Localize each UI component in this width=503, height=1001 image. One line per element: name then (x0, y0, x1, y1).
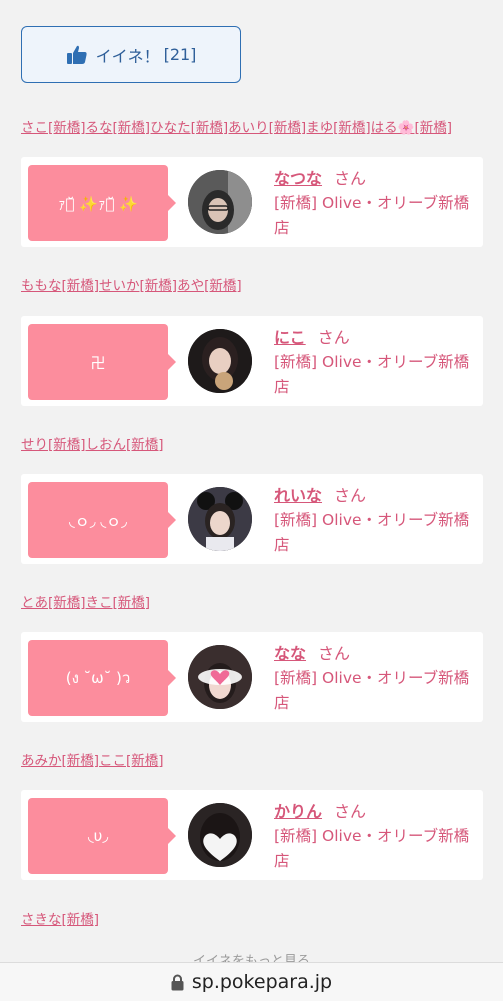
honorific: さん (334, 802, 367, 821)
avatar[interactable] (188, 803, 252, 867)
cast-name-link[interactable]: なな (274, 644, 306, 663)
honorific: さん (334, 169, 367, 188)
thumbs-up-icon (66, 45, 87, 64)
cast-name-link[interactable]: なつな (274, 169, 322, 188)
liker-names-link[interactable]: あみか[新橋]ここ[新橋] (21, 753, 164, 769)
liker-names-link[interactable]: さきな[新橋] (21, 912, 99, 928)
browser-url-bar[interactable]: sp.pokepara.jp (0, 962, 503, 1001)
url-text: sp.pokepara.jp (191, 971, 333, 993)
liker-names-line: あみか[新橋]ここ[新橋] (21, 749, 164, 769)
liker-names-link[interactable]: せり[新橋]しおん[新橋] (21, 437, 164, 453)
avatar[interactable] (188, 645, 252, 709)
shop-name: [新橋] Olive・オリーブ新橋店 (274, 669, 470, 712)
cast-card[interactable]: (ง ˘ω˘ )ว なな さん [新橋] Olive・オリーブ新橋店 (21, 632, 483, 722)
shop-name: [新橋] Olive・オリーブ新橋店 (274, 194, 470, 237)
liker-names-link[interactable]: さこ[新橋]るな[新橋]ひなた[新橋]あいり[新橋]まゆ[新橋]はる🌸[新橋] (21, 120, 452, 136)
cast-card[interactable]: ◟ｏ◞ ◟ｏ◞ れいな さん [新橋] Olive・オリーブ新橋店 (21, 474, 483, 564)
shop-name: [新橋] Olive・オリーブ新橋店 (274, 511, 470, 554)
liker-names-link[interactable]: ももな[新橋]せいか[新橋]あや[新橋] (21, 278, 242, 294)
like-count: [21] (163, 45, 197, 64)
avatar[interactable] (188, 329, 252, 393)
shop-name: [新橋] Olive・オリーブ新橋店 (274, 353, 470, 396)
shop-name: [新橋] Olive・オリーブ新橋店 (274, 827, 470, 870)
liker-names-line: せり[新橋]しおん[新橋] (21, 433, 164, 453)
liker-names-line: さこ[新橋]るな[新橋]ひなた[新橋]あいり[新橋]まゆ[新橋]はる🌸[新橋] (21, 116, 452, 136)
comment-bubble: ◟ｏ◞ ◟ｏ◞ (28, 482, 176, 558)
liker-names-line: ももな[新橋]せいか[新橋]あや[新橋] (21, 274, 242, 294)
like-button-label: イイネ！ (95, 46, 160, 66)
comment-bubble: 卍 (28, 324, 176, 400)
honorific: さん (334, 486, 367, 505)
comment-bubble: (ง ˘ω˘ )ว (28, 640, 176, 716)
cast-card[interactable]: ◟υ◞ かりん さん [新橋] Olive・オリーブ新橋店 (21, 790, 483, 880)
comment-bubble: ｧﾁ̆ ✨ｧﾁ̆ ✨ (28, 165, 176, 241)
cast-name-link[interactable]: にこ (274, 328, 306, 347)
liker-names-line: とあ[新橋]きこ[新橋] (21, 591, 150, 611)
avatar[interactable] (188, 170, 252, 234)
cast-card[interactable]: 卍 にこ さん [新橋] Olive・オリーブ新橋店 (21, 316, 483, 406)
honorific: さん (318, 644, 351, 663)
honorific: さん (317, 328, 350, 347)
comment-bubble: ◟υ◞ (28, 798, 176, 874)
cast-name-link[interactable]: かりん (274, 802, 322, 821)
cast-name-link[interactable]: れいな (274, 486, 322, 505)
cast-card[interactable]: ｧﾁ̆ ✨ｧﾁ̆ ✨ なつな さん [新橋] Olive・オリーブ新橋店 (21, 157, 483, 247)
like-button[interactable]: イイネ！ [21] (21, 26, 241, 83)
liker-names-line: さきな[新橋] (21, 908, 99, 928)
lock-icon (171, 974, 184, 990)
avatar[interactable] (188, 487, 252, 551)
liker-names-link[interactable]: とあ[新橋]きこ[新橋] (21, 595, 150, 611)
